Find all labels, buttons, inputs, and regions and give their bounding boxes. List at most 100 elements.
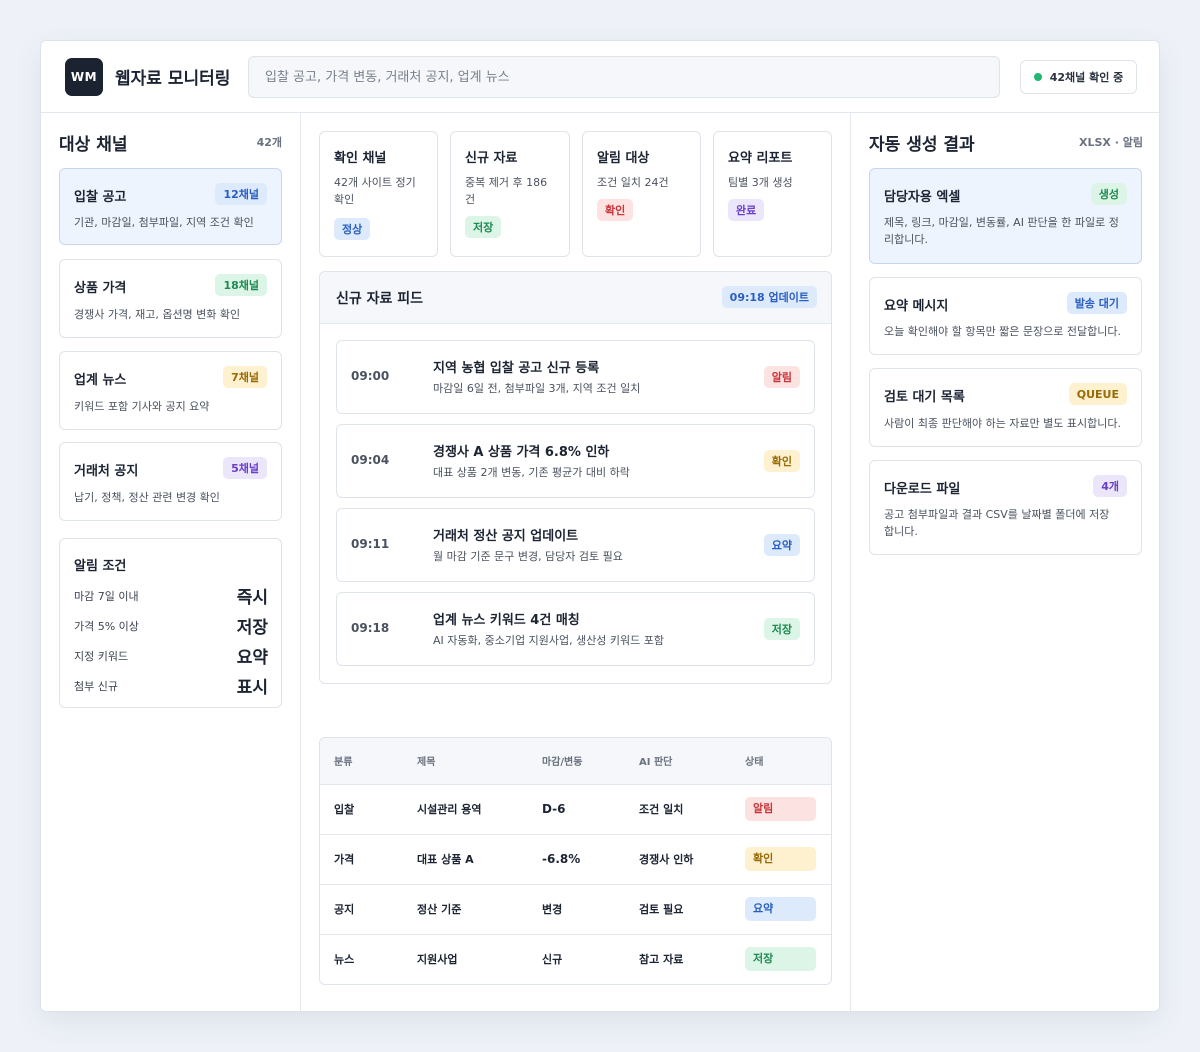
channel-item-desc: 기관, 마감일, 첨부파일, 지역 조건 확인 bbox=[74, 216, 254, 229]
output-badge: 생성 bbox=[1090, 183, 1127, 205]
feed-item-desc: 월 마감 기준 문구 변경, 담당자 검토 필요 bbox=[433, 550, 623, 563]
alert-conditions-card: 알림 조건 마감 7일 이내 즉시 가격 5% 이상 저장 지정 키워드 요약 … bbox=[59, 538, 282, 708]
stat-title: 요약 리포트 bbox=[728, 151, 793, 166]
condition-row: 지정 키워드 요약 bbox=[74, 645, 268, 668]
channel-item-desc: 납기, 정책, 정산 관련 변경 확인 bbox=[74, 491, 220, 504]
status-dot-icon bbox=[1033, 73, 1042, 81]
stat-title: 확인 채널 bbox=[334, 151, 387, 166]
column-header[interactable]: 분류 bbox=[320, 738, 403, 784]
output-review-queue[interactable]: 검토 대기 목록 QUEUE 사람이 최종 판단해야 하는 자료만 별도 표시합… bbox=[869, 368, 1142, 447]
results-panel-title: 자동 생성 결과 bbox=[869, 135, 975, 155]
feed-item-title: 거래처 정산 공지 업데이트 bbox=[433, 529, 579, 544]
main-content: 확인 채널 42개 사이트 정기 확인 정상 신규 자료 중복 제거 후 186… bbox=[301, 113, 851, 1011]
cell-ai: 검토 필요 bbox=[639, 903, 684, 916]
app-logo: WM bbox=[65, 58, 103, 96]
feed-item-desc: 마감일 6일 전, 첨부파일 3개, 지역 조건 일치 bbox=[433, 382, 641, 395]
output-title: 다운로드 파일 bbox=[884, 482, 961, 497]
feed-item[interactable]: 09:04 경쟁사 A 상품 가격 6.8% 인하 대표 상품 2개 변동, 기… bbox=[336, 424, 815, 498]
channel-item-bid[interactable]: 입찰 공고 12채널 기관, 마감일, 첨부파일, 지역 조건 확인 bbox=[59, 168, 282, 245]
feed-item-time: 09:11 bbox=[351, 537, 390, 551]
cell-category: 뉴스 bbox=[334, 953, 355, 967]
feed-item[interactable]: 09:00 지역 농협 입찰 공고 신규 등록 마감일 6일 전, 첨부파일 3… bbox=[336, 340, 815, 414]
app-window: WM 웹자료 모니터링 42채널 확인 중 대상 채널 42개 입찰 공고 12… bbox=[40, 40, 1160, 1012]
feed-item-desc: 대표 상품 2개 변동, 기존 평균가 대비 하락 bbox=[433, 466, 630, 479]
cell-title: 지원사업 bbox=[417, 953, 458, 967]
stat-badge: 완료 bbox=[728, 199, 765, 221]
condition-row: 가격 5% 이상 저장 bbox=[74, 615, 268, 638]
channel-item-title: 상품 가격 bbox=[74, 281, 127, 296]
channel-item-title: 거래처 공지 bbox=[74, 464, 139, 479]
stat-desc: 42개 사이트 정기 확인 bbox=[334, 176, 416, 206]
search-input[interactable] bbox=[265, 69, 999, 85]
channel-count-badge: 5채널 bbox=[223, 457, 267, 479]
column-header[interactable]: 마감/변동 bbox=[528, 738, 625, 784]
table-row[interactable]: 뉴스 지원사업 신규 참고 자료 저장 bbox=[320, 934, 831, 984]
feed-item-time: 09:04 bbox=[351, 453, 390, 467]
channel-item-title: 입찰 공고 bbox=[74, 190, 127, 205]
channel-count: 42개 bbox=[256, 136, 282, 149]
stat-desc: 조건 일치 24건 bbox=[597, 176, 669, 189]
cell-change: 신규 bbox=[542, 953, 563, 967]
monitoring-status: 42채널 확인 중 bbox=[1020, 60, 1137, 94]
cell-ai: 조건 일치 bbox=[639, 803, 684, 816]
table-row[interactable]: 공지 정산 기준 변경 검토 필요 요약 bbox=[320, 884, 831, 934]
condition-row: 첨부 신규 표시 bbox=[74, 675, 268, 698]
output-badge: 4개 bbox=[1093, 475, 1127, 497]
stat-badge: 확인 bbox=[597, 199, 634, 221]
feed-item-time: 09:18 bbox=[351, 621, 390, 635]
feed-title: 신규 자료 피드 bbox=[336, 291, 424, 307]
sidebar-title: 대상 채널 bbox=[59, 135, 128, 155]
auto-results-panel: 자동 생성 결과 XLSX · 알림 담당자용 엑셀 생성 제목, 링크, 마감… bbox=[851, 113, 1159, 1011]
column-header[interactable]: AI 판단 bbox=[625, 738, 731, 784]
stat-title: 신규 자료 bbox=[465, 151, 518, 166]
table-row[interactable]: 입찰 시설관리 용역 D-6 조건 일치 알림 bbox=[320, 784, 831, 834]
stat-card-channels[interactable]: 확인 채널 42개 사이트 정기 확인 정상 bbox=[319, 131, 438, 257]
condition-value: 표시 bbox=[236, 678, 268, 698]
output-download-files[interactable]: 다운로드 파일 4개 공고 첨부파일과 결과 CSV를 날짜별 폴더에 저장합니… bbox=[869, 460, 1142, 555]
results-table-grid: 분류 제목 마감/변동 AI 판단 상태 입찰 시설관리 용역 D-6 조건 일… bbox=[320, 738, 831, 984]
column-header[interactable]: 제목 bbox=[403, 738, 528, 784]
feed-item-badge: 저장 bbox=[763, 618, 800, 640]
stat-card-new[interactable]: 신규 자료 중복 제거 후 186건 저장 bbox=[450, 131, 570, 257]
column-header[interactable]: 상태 bbox=[731, 738, 831, 784]
output-desc: 사람이 최종 판단해야 하는 자료만 별도 표시합니다. bbox=[884, 417, 1121, 430]
stat-card-reports[interactable]: 요약 리포트 팀별 3개 생성 완료 bbox=[713, 131, 832, 257]
condition-label: 가격 5% 이상 bbox=[74, 620, 139, 633]
status-badge: 알림 bbox=[745, 797, 816, 821]
cell-status: 알림 bbox=[731, 784, 831, 834]
channel-item-price[interactable]: 상품 가격 18채널 경쟁사 가격, 재고, 옵션명 변화 확인 bbox=[59, 259, 282, 338]
channel-count-badge: 12채널 bbox=[215, 183, 267, 205]
output-badge: 발송 대기 bbox=[1066, 292, 1127, 314]
condition-label: 첨부 신규 bbox=[74, 680, 118, 693]
output-summary-message[interactable]: 요약 메시지 발송 대기 오늘 확인해야 할 항목만 짧은 문장으로 전달합니다… bbox=[869, 277, 1142, 355]
channel-count-badge: 18채널 bbox=[215, 274, 267, 296]
feed-item[interactable]: 09:18 업계 뉴스 키워드 4건 매칭 AI 자동화, 중소기업 지원사업,… bbox=[336, 592, 815, 666]
feed-item[interactable]: 09:11 거래처 정산 공지 업데이트 월 마감 기준 문구 변경, 담당자 … bbox=[336, 508, 815, 582]
output-desc: 오늘 확인해야 할 항목만 짧은 문장으로 전달합니다. bbox=[884, 325, 1121, 338]
status-badge: 확인 bbox=[745, 847, 816, 871]
table-header-row: 분류 제목 마감/변동 AI 판단 상태 bbox=[320, 738, 831, 784]
channel-sidebar: 대상 채널 42개 입찰 공고 12채널 기관, 마감일, 첨부파일, 지역 조… bbox=[41, 113, 301, 1011]
table-row[interactable]: 가격 대표 상품 A -6.8% 경쟁사 인하 확인 bbox=[320, 834, 831, 884]
channel-item-partner[interactable]: 거래처 공지 5채널 납기, 정책, 정산 관련 변경 확인 bbox=[59, 442, 282, 521]
stat-card-alerts[interactable]: 알림 대상 조건 일치 24건 확인 bbox=[582, 131, 701, 257]
channel-item-news[interactable]: 업계 뉴스 7채널 키워드 포함 기사와 공지 요약 bbox=[59, 351, 282, 430]
cell-category: 가격 bbox=[334, 853, 355, 866]
cell-change: -6.8% bbox=[542, 852, 581, 866]
feed-item-badge: 요약 bbox=[763, 534, 800, 556]
app-header: WM 웹자료 모니터링 42채널 확인 중 bbox=[41, 41, 1159, 113]
cell-ai: 경쟁사 인하 bbox=[639, 853, 694, 866]
feed-updated-badge: 09:18 업데이트 bbox=[721, 286, 817, 308]
cell-change: 변경 bbox=[542, 903, 563, 916]
cell-status: 요약 bbox=[731, 884, 831, 934]
condition-value: 저장 bbox=[236, 618, 268, 638]
feed-item-time: 09:00 bbox=[351, 369, 390, 383]
stat-badge: 저장 bbox=[465, 216, 502, 238]
feed-item-title: 경쟁사 A 상품 가격 6.8% 인하 bbox=[433, 445, 610, 460]
feed-item-badge: 알림 bbox=[763, 366, 800, 388]
alert-conditions-title: 알림 조건 bbox=[74, 559, 127, 574]
channel-item-title: 업계 뉴스 bbox=[74, 373, 127, 388]
output-excel[interactable]: 담당자용 엑셀 생성 제목, 링크, 마감일, 변동률, AI 판단을 한 파일… bbox=[869, 168, 1142, 264]
stat-desc: 팀별 3개 생성 bbox=[728, 176, 793, 189]
search-bar[interactable] bbox=[248, 56, 1000, 98]
